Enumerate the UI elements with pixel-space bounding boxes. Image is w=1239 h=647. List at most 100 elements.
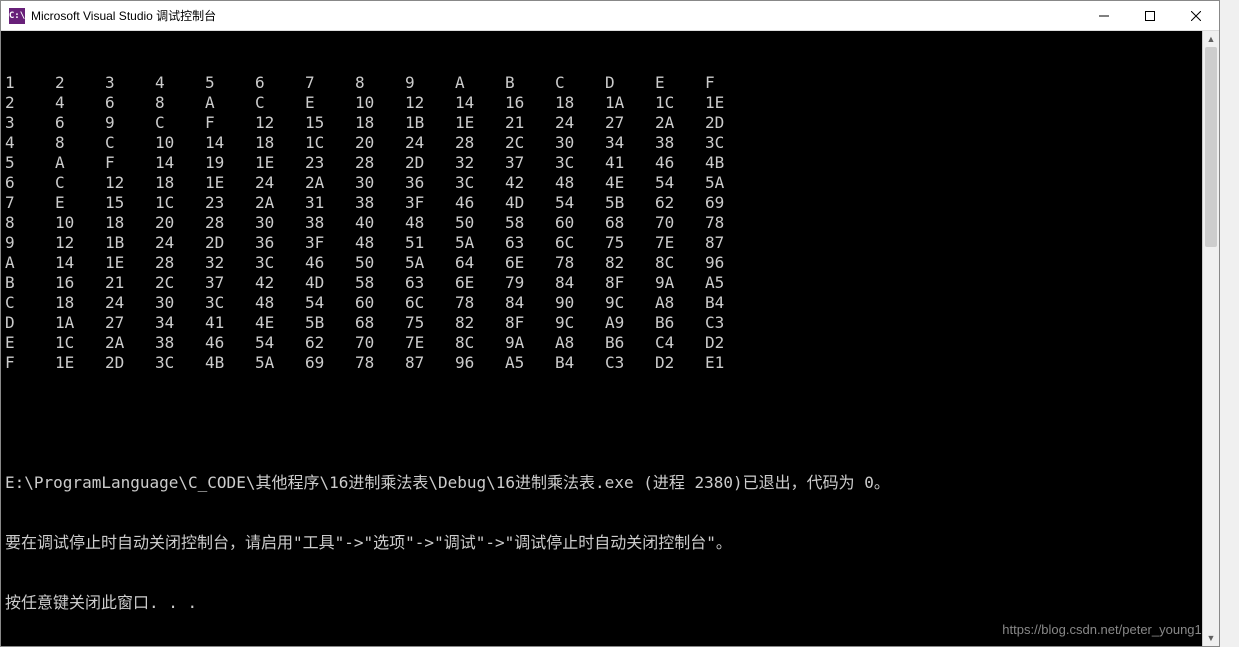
table-cell: 1E	[105, 253, 155, 273]
table-cell: 82	[605, 253, 655, 273]
hint-line: 要在调试停止时自动关闭控制台，请启用"工具"->"选项"->"调试"->"调试停…	[5, 533, 1215, 553]
table-cell: 6	[55, 113, 105, 133]
table-cell: 27	[605, 113, 655, 133]
table-cell: 48	[405, 213, 455, 233]
scroll-thumb[interactable]	[1205, 47, 1217, 247]
table-cell: 6	[255, 73, 305, 93]
table-row: 5AF14191E23282D32373C41464B	[5, 153, 1215, 173]
table-cell: 28	[155, 253, 205, 273]
vertical-scrollbar[interactable]: ▲ ▼	[1202, 31, 1219, 646]
table-cell: 5A	[705, 173, 755, 193]
table-cell: 31	[305, 193, 355, 213]
table-cell: 62	[655, 193, 705, 213]
scroll-up-icon[interactable]: ▲	[1203, 31, 1219, 47]
table-cell: B4	[555, 353, 605, 373]
table-cell: 79	[505, 273, 555, 293]
table-cell: 4B	[205, 353, 255, 373]
table-row: F1E2D3C4B5A69788796A5B4C3D2E1	[5, 353, 1215, 373]
maximize-button[interactable]	[1127, 1, 1173, 30]
table-cell: 8	[355, 73, 405, 93]
table-cell: 3C	[155, 353, 205, 373]
table-row: 9121B242D363F48515A636C757E87	[5, 233, 1215, 253]
table-cell: D2	[705, 333, 755, 353]
table-cell: 14	[455, 93, 505, 113]
table-cell: 24	[405, 133, 455, 153]
table-cell: C	[105, 133, 155, 153]
titlebar[interactable]: C:\ Microsoft Visual Studio 调试控制台	[1, 1, 1219, 31]
table-cell: 4	[5, 133, 55, 153]
table-cell: 12	[55, 233, 105, 253]
table-cell: 4	[155, 73, 205, 93]
table-cell: 15	[305, 113, 355, 133]
table-row: A141E28323C46505A646E78828C96	[5, 253, 1215, 273]
table-cell: 3C	[205, 293, 255, 313]
table-cell: 2A	[655, 113, 705, 133]
table-cell: B6	[655, 313, 705, 333]
table-cell: 50	[355, 253, 405, 273]
table-cell: 62	[305, 333, 355, 353]
table-cell: 78	[355, 353, 405, 373]
table-cell: 1E	[455, 113, 505, 133]
table-cell: 3C	[255, 253, 305, 273]
table-cell: 7E	[655, 233, 705, 253]
table-cell: 8F	[505, 313, 555, 333]
table-cell: 18	[155, 173, 205, 193]
table-cell: 9	[405, 73, 455, 93]
table-cell: C	[55, 173, 105, 193]
table-cell: 1C	[655, 93, 705, 113]
table-cell: 16	[55, 273, 105, 293]
table-cell: B6	[605, 333, 655, 353]
table-cell: C3	[705, 313, 755, 333]
table-cell: A5	[705, 273, 755, 293]
table-cell: F	[105, 153, 155, 173]
table-cell: 84	[555, 273, 605, 293]
table-cell: 3C	[555, 153, 605, 173]
close-button[interactable]	[1173, 1, 1219, 30]
table-cell: A	[205, 93, 255, 113]
table-cell: C4	[655, 333, 705, 353]
console-body[interactable]: 123456789ABCDEF2468ACE10121416181A1C1E36…	[1, 31, 1219, 646]
table-cell: 14	[205, 133, 255, 153]
table-row: 81018202830384048505860687078	[5, 213, 1215, 233]
table-cell: 6C	[405, 293, 455, 313]
table-cell: E	[55, 193, 105, 213]
table-cell: 37	[505, 153, 555, 173]
table-cell: 18	[105, 213, 155, 233]
table-cell: 8	[55, 133, 105, 153]
table-cell: F	[205, 113, 255, 133]
table-cell: 48	[255, 293, 305, 313]
table-cell: 96	[705, 253, 755, 273]
table-cell: 2A	[105, 333, 155, 353]
table-cell: 9A	[505, 333, 555, 353]
table-cell: D2	[655, 353, 705, 373]
table-cell: 54	[655, 173, 705, 193]
table-cell: 3C	[455, 173, 505, 193]
table-cell: A8	[555, 333, 605, 353]
table-cell: 5	[205, 73, 255, 93]
table-cell: 1E	[255, 153, 305, 173]
app-icon: C:\	[9, 8, 25, 24]
table-cell: 68	[355, 313, 405, 333]
table-cell: 78	[705, 213, 755, 233]
table-cell: 64	[455, 253, 505, 273]
table-cell: E	[305, 93, 355, 113]
table-cell: 14	[155, 153, 205, 173]
minimize-button[interactable]	[1081, 1, 1127, 30]
scroll-down-icon[interactable]: ▼	[1203, 630, 1219, 646]
table-cell: 87	[705, 233, 755, 253]
table-cell: 28	[355, 153, 405, 173]
table-cell: 5A	[405, 253, 455, 273]
table-cell: 32	[455, 153, 505, 173]
table-cell: 82	[455, 313, 505, 333]
table-cell: 50	[455, 213, 505, 233]
table-cell: 20	[355, 133, 405, 153]
table-cell: 46	[655, 153, 705, 173]
table-cell: 10	[155, 133, 205, 153]
table-cell: 1	[5, 73, 55, 93]
table-cell: C	[5, 293, 55, 313]
table-cell: B4	[705, 293, 755, 313]
table-cell: 18	[55, 293, 105, 313]
watermark: https://blog.csdn.net/peter_young19	[1002, 620, 1209, 640]
table-cell: 60	[355, 293, 405, 313]
table-cell: 54	[555, 193, 605, 213]
